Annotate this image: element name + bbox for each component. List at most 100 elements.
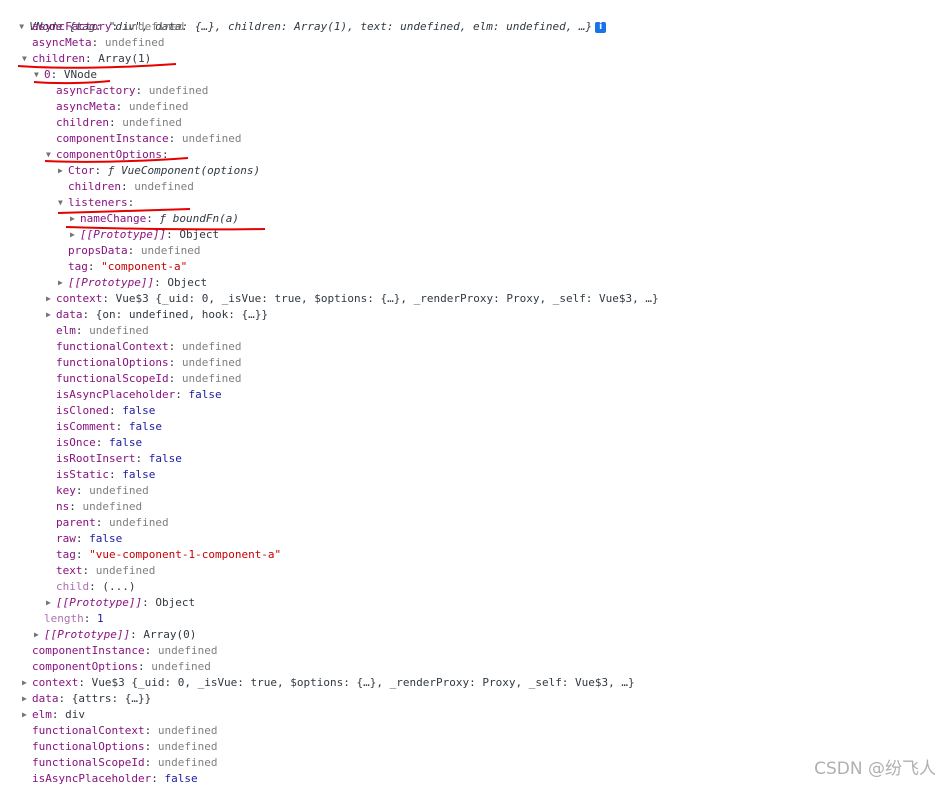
property-key: [[Prototype]] [68, 276, 155, 289]
property-row[interactable]: ▶ nameChange: ƒ boundFn(a) [70, 211, 239, 227]
property-row[interactable]: ▼ componentOptions: [46, 147, 175, 163]
property-value: 1 [97, 612, 104, 625]
property-key: [[Prototype]] [80, 228, 167, 241]
property-row[interactable]: ▶ [[Prototype]]: Array(0) [34, 627, 196, 643]
property-value: Vue$3 {_uid: 0, _isVue: true, $options: … [91, 676, 635, 689]
property-row: functionalContext: undefined [56, 340, 242, 353]
property-row: tag: "component-a" [68, 260, 188, 273]
property-key: context [56, 292, 103, 305]
property-row[interactable]: ▶ [[Prototype]]: Object [58, 275, 207, 291]
info-icon[interactable]: i [595, 21, 607, 33]
property-key: functionalScopeId [32, 756, 145, 769]
property-row[interactable]: ▶ Ctor: ƒ VueComponent(options) [58, 163, 260, 179]
collapsed-arrow-icon[interactable]: ▶ [22, 691, 32, 707]
property-key: functionalOptions [32, 740, 145, 753]
vnode-root-row[interactable]: ▼ VNode {tag: "div", data: {…}, children:… [6, 3, 607, 33]
property-row: isCloned: false [56, 404, 156, 417]
property-row: componentInstance: undefined [32, 644, 218, 657]
property-row: functionalScopeId: undefined [56, 372, 242, 385]
property-value: false [122, 468, 156, 481]
property-key: isAsyncPlaceholder [32, 772, 152, 785]
property-value: undefined [128, 100, 189, 113]
property-value: undefined [82, 500, 143, 513]
property-key: data [56, 308, 83, 321]
property-row[interactable]: ▼ 0: VNode [34, 67, 97, 83]
property-value: "vue-component-1-component-a" [89, 548, 282, 561]
property-value: false [164, 772, 198, 785]
property-row: componentOptions: undefined [32, 660, 211, 673]
property-row[interactable]: ▶ data: {attrs: {…}} [22, 691, 151, 707]
collapsed-arrow-icon[interactable]: ▶ [22, 675, 32, 691]
property-row: text: undefined [56, 564, 156, 577]
property-key: isOnce [56, 436, 96, 449]
collapsed-arrow-icon[interactable]: ▶ [46, 595, 56, 611]
collapsed-arrow-icon[interactable]: ▶ [34, 627, 44, 643]
property-key: functionalContext [32, 724, 145, 737]
property-value: undefined [89, 324, 149, 337]
collapsed-arrow-icon[interactable]: ▶ [46, 291, 56, 307]
property-key: isRootInsert [56, 452, 136, 465]
collapsed-arrow-icon[interactable]: ▶ [70, 227, 80, 243]
property-key: elm [56, 324, 76, 337]
collapsed-arrow-icon[interactable]: ▶ [22, 707, 32, 723]
property-key: componentOptions [32, 660, 138, 673]
property-key: [[Prototype]] [56, 596, 143, 609]
property-row: asyncMeta: undefined [32, 36, 165, 49]
property-row[interactable]: ▶ context: Vue$3 {_uid: 0, _isVue: true, … [22, 675, 635, 691]
property-key: isCloned [56, 404, 109, 417]
property-key: children [56, 116, 109, 129]
property-row: isAsyncPlaceholder: false [56, 388, 222, 401]
property-value: Vue$3 {_uid: 0, _isVue: true, $options: … [115, 292, 659, 305]
property-value: undefined [181, 372, 242, 385]
property-row[interactable]: ▼ children: Array(1) [22, 51, 151, 67]
property-value: "component-a" [101, 260, 188, 273]
property-value: undefined [181, 356, 242, 369]
csdn-watermark: CSDN @纷飞人 [814, 759, 936, 779]
collapsed-arrow-icon[interactable]: ▶ [46, 307, 56, 323]
property-value: undefined [181, 132, 242, 145]
property-row[interactable]: ▶ elm: div [22, 707, 85, 723]
property-value: ƒ boundFn(a) [159, 212, 239, 225]
property-key: asyncFactory [56, 84, 136, 97]
property-value: undefined [151, 660, 211, 673]
property-value: false [188, 388, 222, 401]
expanded-arrow-icon[interactable]: ▼ [46, 147, 56, 163]
property-row: isStatic: false [56, 468, 156, 481]
property-row[interactable]: ▶ [[Prototype]]: Object [46, 595, 195, 611]
property-key: propsData [68, 244, 128, 257]
property-value: undefined [134, 180, 194, 193]
property-key: componentOptions [56, 148, 162, 161]
property-row: functionalScopeId: undefined [32, 756, 218, 769]
collapsed-arrow-icon[interactable]: ▶ [58, 163, 68, 179]
property-value: undefined [124, 20, 185, 33]
property-key: children [32, 52, 85, 65]
property-row[interactable]: ▶ context: Vue$3 {_uid: 0, _isVue: true, … [46, 291, 659, 307]
property-row: asyncMeta: undefined [56, 100, 189, 113]
property-value: undefined [148, 84, 209, 97]
expanded-arrow-icon[interactable]: ▼ [22, 51, 32, 67]
property-value: false [89, 532, 123, 545]
collapsed-arrow-icon[interactable]: ▶ [58, 275, 68, 291]
property-row: length: 1 [44, 612, 104, 625]
property-key: parent [56, 516, 96, 529]
property-row[interactable]: ▶ [[Prototype]]: Object [70, 227, 219, 243]
property-value: false [148, 452, 182, 465]
property-row[interactable]: ▼ listeners: [58, 195, 141, 211]
expanded-arrow-icon[interactable]: ▼ [34, 67, 44, 83]
property-row: raw: false [56, 532, 123, 545]
property-value: ƒ VueComponent(options) [107, 164, 261, 177]
property-value: undefined [109, 516, 169, 529]
collapsed-arrow-icon[interactable]: ▶ [70, 211, 80, 227]
expanded-arrow-icon[interactable]: ▼ [58, 195, 68, 211]
property-row: componentInstance: undefined [56, 132, 242, 145]
property-value: Object [179, 228, 220, 241]
property-key: data [32, 692, 59, 705]
property-row: functionalContext: undefined [32, 724, 218, 737]
property-row[interactable]: ▶ data: {on: undefined, hook: {…}} [46, 307, 268, 323]
property-row: isComment: false [56, 420, 162, 433]
property-value: undefined [122, 116, 182, 129]
property-value: false [122, 404, 156, 417]
property-key: Ctor [68, 164, 95, 177]
property-key: ns [56, 500, 70, 513]
property-key: asyncMeta [32, 36, 92, 49]
